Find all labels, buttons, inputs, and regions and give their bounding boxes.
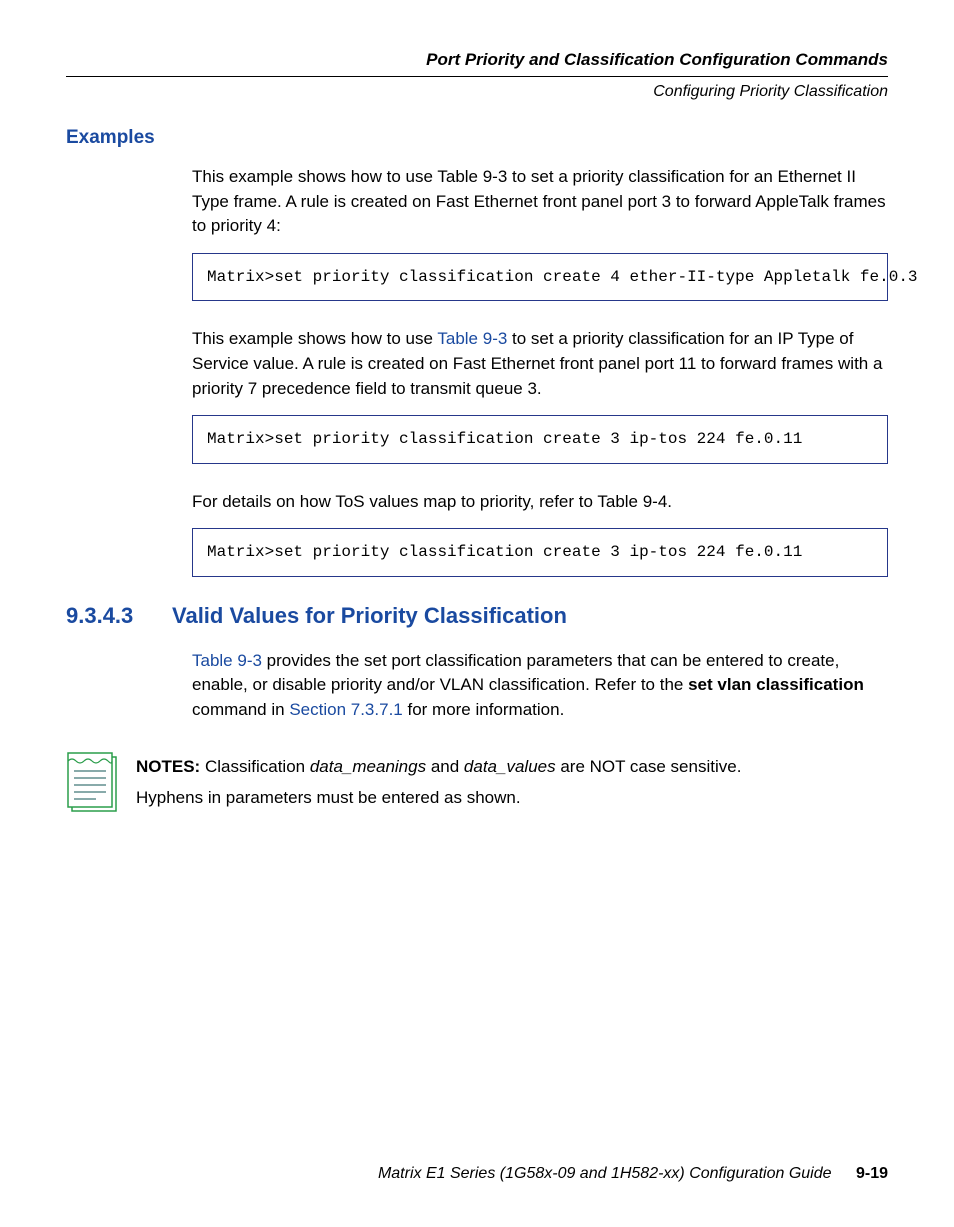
footer-page-number: 9-19: [856, 1165, 888, 1182]
code-box-1: Matrix>set priority classification creat…: [192, 253, 888, 301]
section-para: Table 9-3 provides the set port classifi…: [192, 649, 888, 723]
header-title: Port Priority and Classification Configu…: [66, 50, 888, 70]
code-box-2: Matrix>set priority classification creat…: [192, 415, 888, 463]
examples-heading: Examples: [66, 127, 888, 149]
code-box-3: Matrix>set priority classification creat…: [192, 528, 888, 576]
link-table-9-3-b[interactable]: Table 9-3: [192, 651, 262, 670]
link-section-7-3-7-1[interactable]: Section 7.3.7.1: [289, 700, 402, 719]
header-rule: [66, 76, 888, 77]
note-icon: [66, 751, 118, 813]
section-heading: 9.3.4.3Valid Values for Priority Classif…: [66, 603, 888, 629]
example-para-1: This example shows how to use Table 9-3 …: [192, 165, 888, 239]
link-table-9-3[interactable]: Table 9-3: [437, 329, 507, 348]
example-para-2: This example shows how to use Table 9-3 …: [192, 327, 888, 401]
example-para-3: For details on how ToS values map to pri…: [192, 490, 888, 515]
footer-text: Matrix E1 Series (1G58x-09 and 1H582-xx)…: [378, 1165, 832, 1182]
header-subtitle: Configuring Priority Classification: [66, 83, 888, 101]
section-number: 9.3.4.3: [66, 603, 172, 629]
page-footer: Matrix E1 Series (1G58x-09 and 1H582-xx)…: [66, 1165, 888, 1183]
note-text: NOTES: Classification data_meanings and …: [136, 751, 741, 814]
section-title: Valid Values for Priority Classification: [172, 603, 567, 628]
